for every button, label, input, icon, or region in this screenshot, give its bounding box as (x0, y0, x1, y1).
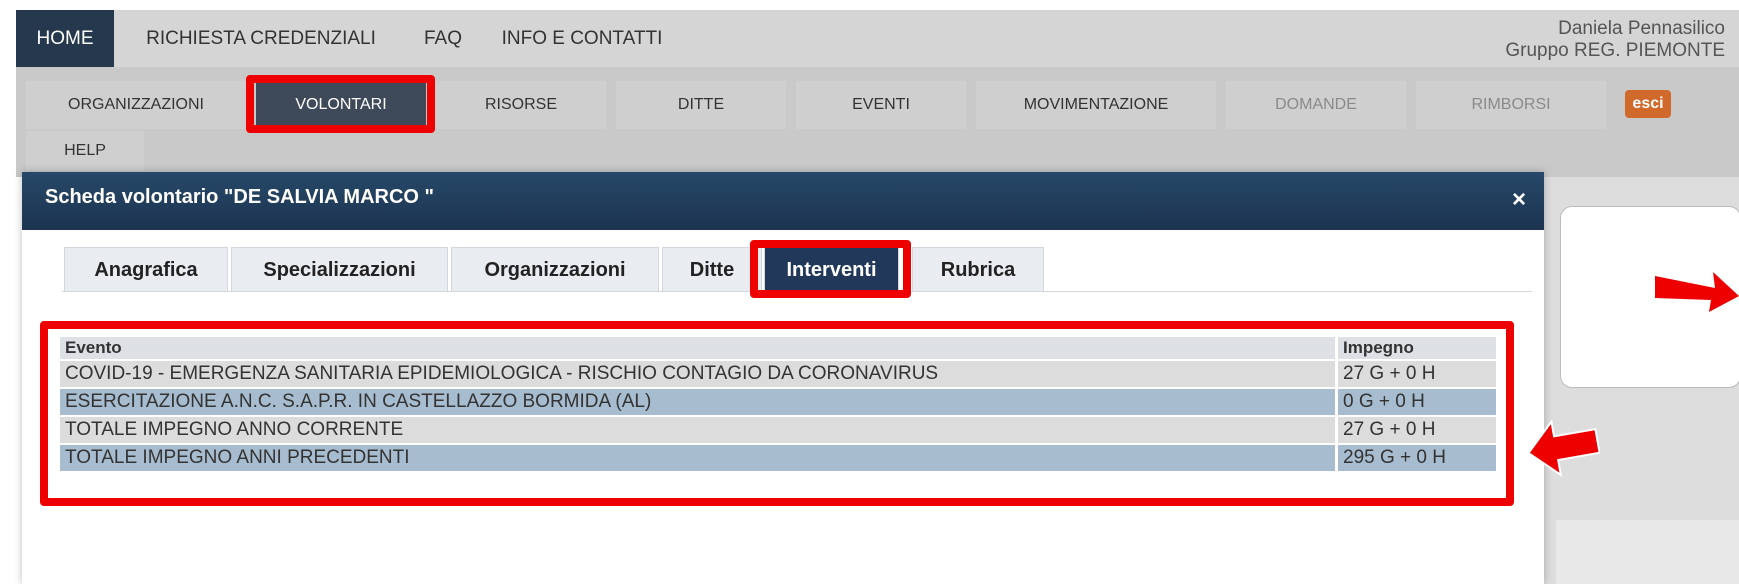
subnav-risorse[interactable]: RISORSE (436, 81, 606, 129)
subnav-organizzazioni[interactable]: ORGANIZZAZIONI (26, 81, 246, 129)
arrow-right-icon (1655, 272, 1739, 312)
subnav-movimentazione[interactable]: MOVIMENTAZIONE (976, 81, 1216, 129)
logout-button[interactable]: esci (1625, 90, 1671, 118)
tab-organizzazioni[interactable]: Organizzazioni (451, 247, 659, 292)
subnav-ditte[interactable]: DITTE (616, 81, 786, 129)
top-navigation: HOME RICHIESTA CREDENZIALI FAQ INFO E CO… (16, 10, 1739, 67)
subnav-domande[interactable]: DOMANDE (1226, 81, 1406, 129)
close-icon[interactable]: × (1512, 186, 1526, 214)
user-info: Daniela Pennasilico Gruppo REG. PIEMONTE (1505, 18, 1725, 62)
dialog-title: Scheda volontario "DE SALVIA MARCO " (45, 186, 435, 208)
user-name: Daniela Pennasilico (1558, 18, 1725, 39)
tab-ditte[interactable]: Ditte (662, 247, 762, 292)
subnav-eventi[interactable]: EVENTI (796, 81, 966, 129)
dialog-header: Scheda volontario "DE SALVIA MARCO " × (22, 172, 1544, 230)
arrow-left-icon (1527, 419, 1600, 477)
nav-info-contatti[interactable]: INFO E CONTATTI (482, 10, 682, 67)
subnav-rimborsi[interactable]: RIMBORSI (1416, 81, 1606, 129)
background-strip (1556, 520, 1739, 584)
nav-faq[interactable]: FAQ (410, 10, 476, 67)
user-group: Gruppo REG. PIEMONTE (1505, 40, 1725, 61)
subnav-help[interactable]: HELP (26, 131, 144, 171)
tab-anagrafica[interactable]: Anagrafica (64, 247, 228, 292)
highlight-interventi-tab (750, 240, 911, 298)
nav-richiesta-credenziali[interactable]: RICHIESTA CREDENZIALI (116, 10, 406, 67)
highlight-volontari (246, 75, 435, 133)
tab-rubrica[interactable]: Rubrica (912, 247, 1044, 292)
highlight-table (40, 321, 1514, 506)
tab-specializzazioni[interactable]: Specializzazioni (231, 247, 448, 292)
nav-home[interactable]: HOME (16, 10, 114, 67)
